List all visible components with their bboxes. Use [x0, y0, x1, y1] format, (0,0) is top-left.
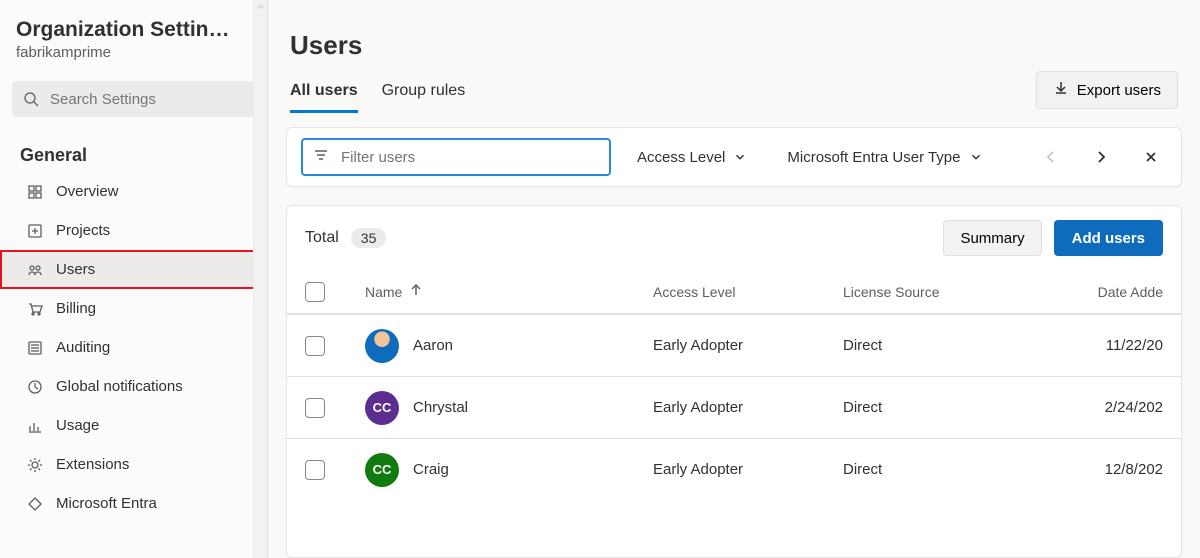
row-checkbox[interactable] — [305, 460, 325, 480]
grid-icon — [26, 183, 44, 201]
sidebar-item-billing[interactable]: Billing — [0, 289, 267, 328]
add-users-button[interactable]: Add users — [1054, 220, 1163, 256]
col-date[interactable]: Date Adde — [1033, 284, 1163, 300]
total-count: 35 — [351, 228, 387, 248]
download-icon — [1053, 80, 1069, 100]
avatar — [365, 329, 399, 363]
filter-icon — [313, 147, 329, 168]
avatar: CC — [365, 453, 399, 487]
org-name: fabrikamprime — [16, 44, 251, 61]
filter-users-input[interactable] — [339, 148, 599, 167]
bell-icon — [26, 378, 44, 396]
row-checkbox[interactable] — [305, 398, 325, 418]
sidebar-item-microsoft-entra[interactable]: Microsoft Entra — [0, 484, 267, 523]
filter-clear-button[interactable] — [1135, 141, 1167, 173]
sidebar-item-label: Global notifications — [56, 378, 183, 395]
col-access[interactable]: Access Level — [653, 284, 843, 300]
sidebar-item-extensions[interactable]: Extensions — [0, 445, 267, 484]
sidebar-section-general: General — [0, 127, 267, 172]
sidebar-item-label: Projects — [56, 222, 110, 239]
date-added: 12/8/202 — [1033, 461, 1163, 478]
table-row[interactable]: CC Craig Early AdopterDirect12/8/202 — [287, 438, 1181, 500]
table-header: Name Access Level License Source Date Ad… — [287, 270, 1181, 314]
sidebar-item-label: Extensions — [56, 456, 129, 473]
search-settings-input[interactable] — [48, 90, 245, 109]
access-level: Early Adopter — [653, 337, 843, 354]
filter-chip-label: Access Level — [637, 149, 725, 166]
filter-chip-label: Microsoft Entra User Type — [787, 149, 960, 166]
license-source: Direct — [843, 337, 1033, 354]
access-level: Early Adopter — [653, 399, 843, 416]
user-name: Craig — [413, 461, 449, 478]
user-name: Chrystal — [413, 399, 468, 416]
users-panel: Total 35 Summary Add users Name Access L… — [286, 205, 1182, 558]
org-settings-title: Organization Settin… — [16, 18, 251, 42]
user-name: Aaron — [413, 337, 453, 354]
select-all-checkbox[interactable] — [305, 282, 325, 302]
plus-box-icon — [26, 222, 44, 240]
filter-bar: Access Level Microsoft Entra User Type — [286, 127, 1182, 187]
avatar: CC — [365, 391, 399, 425]
export-users-label: Export users — [1077, 82, 1161, 99]
filter-microsoft-entra-user-type[interactable]: Microsoft Entra User Type — [779, 143, 990, 172]
table-row[interactable]: Aaron Early AdopterDirect11/22/20 — [287, 314, 1181, 376]
sidebar-item-label: Users — [56, 261, 95, 278]
sidebar-item-label: Overview — [56, 183, 119, 200]
chevron-down-icon — [969, 150, 983, 164]
search-settings[interactable] — [12, 81, 255, 117]
tab-all-users[interactable]: All users — [290, 74, 358, 110]
tab-group-rules[interactable]: Group rules — [382, 74, 466, 110]
chevron-down-icon — [733, 150, 747, 164]
tabs: All users Group rules — [268, 74, 487, 113]
filter-prev-button[interactable] — [1035, 141, 1067, 173]
filter-access-level[interactable]: Access Level — [629, 143, 755, 172]
total-label: Total — [305, 229, 339, 247]
sidebar-nav: Overview Projects Users Billing Auditing Glob… — [0, 172, 267, 523]
sort-asc-icon — [408, 282, 424, 301]
col-name[interactable]: Name — [365, 284, 402, 300]
gear-icon — [26, 456, 44, 474]
col-license[interactable]: License Source — [843, 284, 1033, 300]
sidebar-item-users[interactable]: Users — [0, 250, 267, 289]
sidebar-item-label: Billing — [56, 300, 96, 317]
sidebar-item-label: Usage — [56, 417, 99, 434]
diamond-icon — [26, 495, 44, 513]
filter-next-button[interactable] — [1085, 141, 1117, 173]
sidebar-scrollbar[interactable] — [253, 0, 267, 558]
sidebar-item-label: Auditing — [56, 339, 110, 356]
table-row[interactable]: CC Chrystal Early AdopterDirect2/24/202 — [287, 376, 1181, 438]
sidebar-item-overview[interactable]: Overview — [0, 172, 267, 211]
date-added: 2/24/202 — [1033, 399, 1163, 416]
access-level: Early Adopter — [653, 461, 843, 478]
sidebar-item-label: Microsoft Entra — [56, 495, 157, 512]
list-icon — [26, 339, 44, 357]
date-added: 11/22/20 — [1033, 337, 1163, 354]
chart-icon — [26, 417, 44, 435]
people-icon — [26, 261, 44, 279]
export-users-button[interactable]: Export users — [1036, 71, 1178, 109]
sidebar-item-projects[interactable]: Projects — [0, 211, 267, 250]
license-source: Direct — [843, 461, 1033, 478]
search-icon — [22, 90, 40, 108]
cart-icon — [26, 300, 44, 318]
license-source: Direct — [843, 399, 1033, 416]
filter-users-input-wrap[interactable] — [301, 138, 611, 176]
sidebar: Organization Settin… fabrikamprime Gener… — [0, 0, 268, 558]
row-checkbox[interactable] — [305, 336, 325, 356]
summary-button[interactable]: Summary — [943, 220, 1041, 256]
main: Users All usersGroup rules Export users … — [268, 0, 1200, 558]
page-title: Users — [290, 30, 362, 61]
sidebar-item-global-notifications[interactable]: Global notifications — [0, 367, 267, 406]
sidebar-item-usage[interactable]: Usage — [0, 406, 267, 445]
sidebar-item-auditing[interactable]: Auditing — [0, 328, 267, 367]
